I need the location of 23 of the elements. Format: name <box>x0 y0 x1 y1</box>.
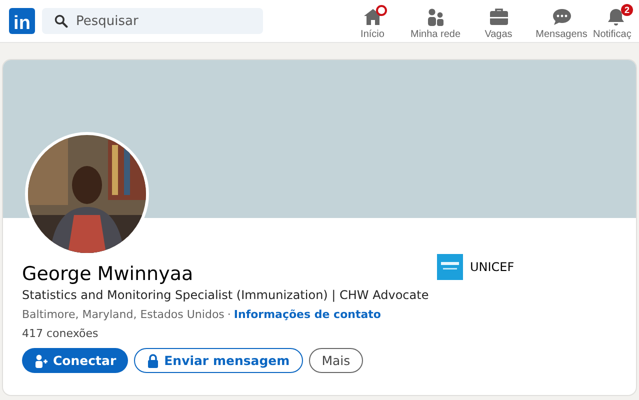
notification-count: 2 <box>621 4 633 16</box>
connections-count: 417 conexões <box>22 327 100 340</box>
profile-name: George Mwinnyaa <box>22 262 194 286</box>
profile-location: Baltimore, Maryland, Estados Unidos <box>22 308 224 321</box>
person-add-icon <box>34 354 48 368</box>
lock-icon <box>147 354 160 368</box>
nav-item[interactable]: Início <box>341 2 404 40</box>
chat-icon <box>550 6 572 26</box>
linkedin-logo[interactable]: in <box>9 8 35 34</box>
separator-dot: · <box>227 308 231 321</box>
contact-info-link[interactable]: Informações de contato <box>234 308 381 321</box>
profile-headline: Statistics and Monitoring Specialist (Immunization) | CHW Advocate <box>22 288 430 302</box>
message-button[interactable]: Enviar mensagem <box>134 348 303 373</box>
organization-name[interactable]: UNICEF <box>470 260 514 274</box>
nav-item[interactable]: 2 Notificaç <box>593 2 639 40</box>
nav-item[interactable]: Minha rede <box>404 2 467 40</box>
organization-logo-icon <box>437 254 463 280</box>
connect-button[interactable]: Conectar <box>22 348 128 373</box>
search-field[interactable]: Pesquisar <box>42 8 263 34</box>
briefcase-icon <box>488 6 510 26</box>
more-button[interactable]: Mais <box>308 348 364 373</box>
nav-item[interactable]: Vagas <box>467 2 530 40</box>
nav-item[interactable]: Mensagens <box>530 2 593 40</box>
